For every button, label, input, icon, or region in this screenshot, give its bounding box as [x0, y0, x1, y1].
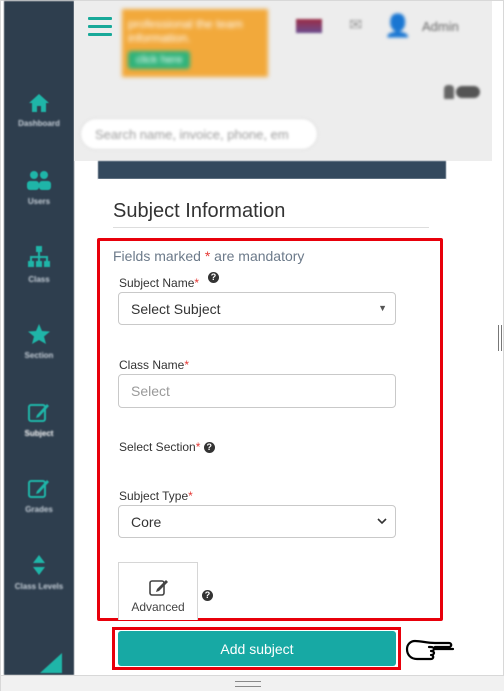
help-icon[interactable]: ? [203, 442, 215, 454]
divider [113, 227, 429, 228]
sidebar-item-class[interactable]: Class [4, 245, 74, 284]
notification-icon[interactable] [444, 85, 484, 99]
hamburger-menu-icon[interactable] [88, 17, 112, 39]
sidebar-item-label: Subject [24, 429, 54, 438]
class-name-input[interactable] [118, 374, 396, 408]
subject-name-label: Subject Name* [119, 276, 199, 290]
notice-banner: professional the team information. click… [122, 9, 268, 77]
search-input[interactable]: Search name, invoice, phone, em [80, 118, 318, 150]
edit-icon [28, 404, 49, 422]
card-header-strip [98, 161, 446, 179]
sitemap-icon [28, 246, 50, 267]
help-icon[interactable]: ? [202, 590, 213, 601]
section-label: Select Section* ? [119, 440, 215, 454]
class-name-label-text: Class Name [119, 358, 185, 372]
subject-name-label-text: Subject Name [119, 276, 195, 290]
required-star: * [188, 489, 193, 503]
mail-icon[interactable]: ✉ [349, 15, 362, 35]
sidebar-item-label: Grades [25, 505, 53, 514]
advanced-button[interactable]: Advanced [118, 562, 198, 620]
edit-icon [149, 580, 168, 596]
sidebar-item-label: Class Levels [14, 582, 64, 591]
mandatory-note-prefix: Fields marked [113, 248, 205, 264]
required-star: * [195, 440, 201, 454]
sidebar-item-label: Dashboard [18, 119, 60, 128]
mandatory-note-suffix: are mandatory [210, 248, 305, 264]
subject-type-label-text: Subject Type [119, 489, 189, 503]
user-avatar-icon[interactable]: 👤 [384, 13, 411, 39]
top-header: professional the team information. click… [74, 1, 492, 161]
sidebar: Dashboard Users Class Section Subject Gr… [4, 1, 74, 675]
home-icon [29, 94, 49, 112]
chart-icon [40, 653, 62, 673]
users-icon [27, 171, 51, 190]
language-flag-icon[interactable] [296, 19, 322, 33]
notice-text: professional the team information. [128, 17, 243, 45]
sidebar-item-dashboard[interactable]: Dashboard [4, 93, 74, 128]
sidebar-item-label: Class [28, 275, 50, 284]
class-name-label: Class Name* [119, 358, 189, 372]
sidebar-item-users[interactable]: Users [4, 169, 74, 206]
sidebar-item-section[interactable]: Section [4, 323, 74, 360]
sidebar-item-label: Section [24, 351, 54, 360]
required-star: * [184, 358, 190, 372]
sidebar-item-grades[interactable]: Grades [4, 477, 74, 514]
sidebar-item-subject[interactable]: Subject [4, 401, 74, 438]
resize-handle[interactable] [498, 325, 502, 351]
notice-button[interactable]: click here [128, 51, 191, 69]
star-icon [28, 324, 50, 344]
drag-grip-icon[interactable] [235, 681, 261, 687]
subject-type-value: Core [131, 514, 162, 530]
pointing-hand-icon [405, 639, 455, 661]
mandatory-note: Fields marked * are mandatory [113, 248, 304, 264]
edit-icon [28, 480, 49, 498]
bottom-bar [1, 675, 504, 691]
chevron-down-icon [377, 518, 387, 525]
app-frame: Dashboard Users Class Section Subject Gr… [0, 0, 504, 691]
subject-name-value: Select Subject [131, 301, 221, 317]
subject-type-select[interactable]: Core [118, 505, 396, 538]
sort-icon [33, 555, 45, 575]
subject-name-select[interactable]: Select Subject ▼ [118, 292, 396, 325]
sidebar-item-label: Users [27, 197, 51, 206]
subject-type-label: Subject Type* [119, 489, 193, 503]
advanced-label: Advanced [131, 600, 185, 614]
page-title: Subject Information [113, 200, 286, 222]
add-subject-button[interactable]: Add subject [118, 631, 396, 666]
user-name[interactable]: Admin [422, 19, 459, 34]
help-icon[interactable]: ? [208, 272, 219, 283]
required-star: * [194, 276, 200, 290]
sidebar-item-class-levels[interactable]: Class Levels [4, 554, 74, 591]
section-label-text: Select Section [119, 440, 196, 454]
caret-down-icon: ▼ [378, 303, 387, 313]
